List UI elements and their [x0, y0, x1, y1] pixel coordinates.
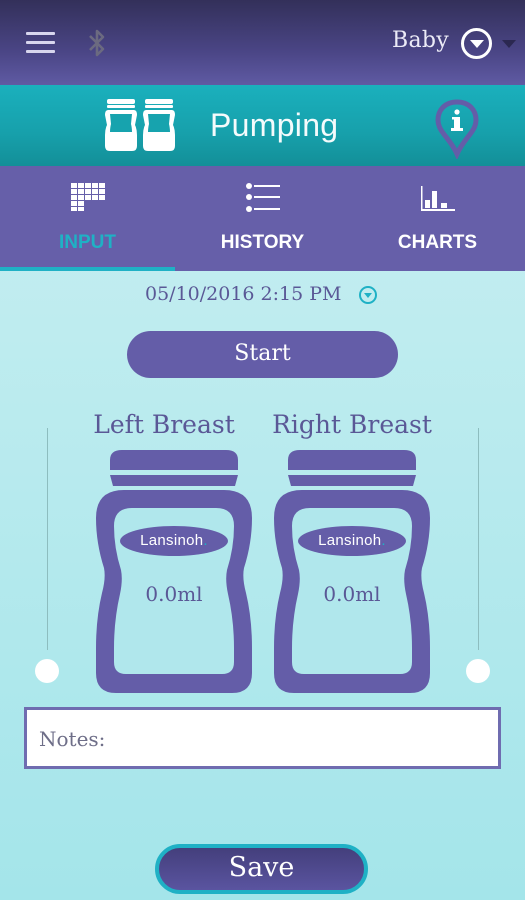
left-amount: 0.0ml: [145, 582, 203, 606]
tab-history-label: HISTORY: [220, 232, 305, 253]
dropdown-arrow-icon[interactable]: [502, 40, 516, 48]
datetime-dropdown-icon[interactable]: [359, 286, 377, 304]
keypad-grid-icon: [70, 183, 105, 211]
lansinoh-logo: Lansinoh.: [120, 526, 228, 556]
page-title: Pumping: [210, 107, 339, 143]
tab-input-label: INPUT: [59, 232, 116, 253]
right-slider-track[interactable]: [478, 428, 479, 650]
tab-input[interactable]: INPUT: [0, 166, 175, 271]
right-amount: 0.0ml: [323, 582, 381, 606]
lansinoh-logo: Lansinoh.: [298, 526, 406, 556]
start-button[interactable]: Start: [127, 331, 398, 378]
bottle-icon: [274, 450, 430, 693]
tab-bar: INPUT HISTORY CHARTS: [0, 166, 525, 271]
session-datetime[interactable]: 05/10/2016 2:15 PM: [145, 283, 342, 305]
save-button[interactable]: Save: [155, 844, 368, 894]
active-tab-indicator: [0, 267, 175, 271]
bottle-icon: [96, 450, 252, 693]
app-bar: Baby: [0, 0, 525, 85]
hamburger-menu-icon[interactable]: [26, 32, 55, 54]
list-icon: [245, 183, 280, 212]
chevron-down-circle-icon[interactable]: [461, 28, 492, 59]
tab-charts[interactable]: CHARTS: [350, 166, 525, 271]
info-pin-icon[interactable]: [435, 99, 479, 159]
tab-history[interactable]: HISTORY: [175, 166, 350, 271]
right-bottle[interactable]: Lansinoh. 0.0ml: [272, 448, 432, 696]
left-breast-label: Left Breast: [93, 410, 235, 439]
bluetooth-icon[interactable]: [86, 27, 108, 59]
notes-input[interactable]: Notes:: [24, 707, 501, 769]
right-breast-label: Right Breast: [272, 410, 432, 439]
tab-charts-label: CHARTS: [397, 232, 478, 253]
right-slider-thumb[interactable]: [466, 659, 490, 683]
bar-chart-icon: [420, 186, 455, 211]
left-bottle[interactable]: Lansinoh. 0.0ml: [94, 448, 254, 696]
baby-selector-label[interactable]: Baby: [392, 28, 449, 53]
left-slider-track[interactable]: [47, 428, 48, 650]
breast-milk-bottles-icon: [105, 99, 175, 151]
left-slider-thumb[interactable]: [35, 659, 59, 683]
